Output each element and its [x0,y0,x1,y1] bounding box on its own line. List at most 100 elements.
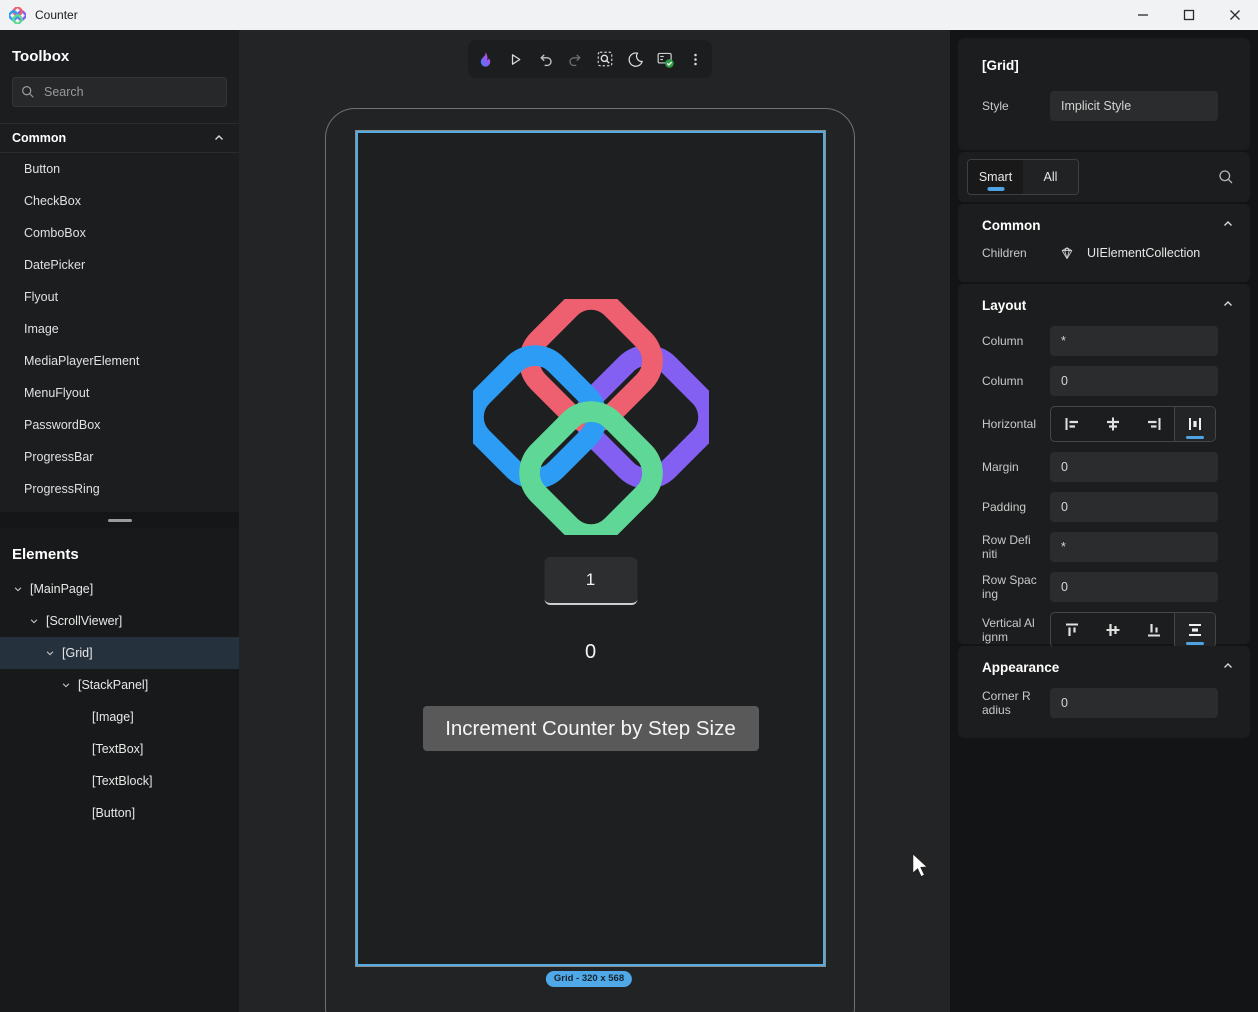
tree-item-mainpage[interactable]: [MainPage] [0,573,239,605]
design-surface[interactable]: 1 0 Increment Counter by Step Size [355,130,826,967]
row-spacing-input[interactable] [1050,572,1218,602]
padding-input[interactable] [1050,492,1218,522]
valign-center-icon [1103,620,1123,640]
property-inspector: [Grid] Style Smart All Common Children [950,30,1258,1012]
app-logo-icon [9,7,26,24]
chevron-down-icon[interactable] [45,648,55,658]
toolbox-item-progressbar[interactable]: ProgressBar [0,441,239,473]
chevron-down-icon[interactable] [61,680,71,690]
halign-center-button[interactable] [1092,407,1133,441]
tree-item-stackpanel[interactable]: [StackPanel] [0,669,239,701]
tree-item-grid-selected[interactable]: [Grid] [0,637,239,669]
column-definitions-input[interactable] [1050,326,1218,356]
row-spacing-label: Row Spacing [982,573,1037,601]
minimize-icon [1137,9,1149,21]
toolbox-item-image[interactable]: Image [0,313,239,345]
toolbox-section-common[interactable]: Common [0,123,239,153]
textbox-value: 1 [586,570,595,590]
valign-bottom-button[interactable] [1133,613,1174,647]
maximize-button[interactable] [1166,0,1212,30]
halign-left-button[interactable] [1051,407,1092,441]
tree-item-button[interactable]: [Button] [0,797,239,829]
selected-element-title: [Grid] [958,38,1250,73]
close-button[interactable] [1212,0,1258,30]
tree-item-textbox[interactable]: [TextBox] [0,733,239,765]
toolbox-item-menuflyout[interactable]: MenuFlyout [0,377,239,409]
padding-label: Padding [982,500,1037,514]
diagnostics-button[interactable] [652,46,678,72]
tab-smart-label: Smart [979,170,1012,184]
tab-smart[interactable]: Smart [968,160,1023,194]
toolbox-item-mediaplayerelement[interactable]: MediaPlayerElement [0,345,239,377]
valign-stretch-button[interactable] [1174,613,1215,647]
chevron-up-icon[interactable] [1222,660,1234,672]
chevron-up-icon[interactable] [213,132,225,144]
column-input[interactable] [1050,366,1218,396]
gem-icon [1059,245,1075,261]
toolbox-item-button[interactable]: Button [0,153,239,185]
margin-input[interactable] [1050,452,1218,482]
grid-size-badge: Grid - 320 x 568 [546,971,632,987]
tab-all[interactable]: All [1023,160,1078,194]
undo-icon [537,51,554,68]
maximize-icon [1183,9,1195,21]
grid-root[interactable]: 1 0 Increment Counter by Step Size [356,131,825,966]
chevron-up-icon[interactable] [1222,298,1234,310]
toolbox-item-passwordbox[interactable]: PasswordBox [0,409,239,441]
valign-top-icon [1062,620,1082,640]
layout-section-card: Layout Column Column Horizontal [958,284,1250,644]
common-section-title: Common [982,218,1041,233]
panel-splitter[interactable] [0,512,239,528]
redo-button[interactable] [562,46,588,72]
more-options-button[interactable] [682,46,708,72]
property-search-icon[interactable] [1218,169,1234,185]
dark-theme-moon-icon [627,51,644,68]
toolbox-item-flyout[interactable]: Flyout [0,281,239,313]
tree-item-label: [Image] [92,710,134,724]
theme-toggle-button[interactable] [622,46,648,72]
chevron-down-icon[interactable] [13,584,23,594]
valign-top-button[interactable] [1051,613,1092,647]
hot-reload-button[interactable] [472,46,498,72]
toolbox-item-datepicker[interactable]: DatePicker [0,249,239,281]
search-input[interactable] [44,85,218,99]
toolbox-item-checkbox[interactable]: CheckBox [0,185,239,217]
vertical-alignment-group [1050,612,1216,648]
style-input[interactable] [1050,91,1218,121]
chevron-down-icon[interactable] [29,616,39,626]
tree-item-textblock[interactable]: [TextBlock] [0,765,239,797]
valign-bottom-icon [1144,620,1164,640]
tree-item-label: [ScrollViewer] [46,614,122,628]
tree-item-image[interactable]: [Image] [0,701,239,733]
design-canvas-area: 1 0 Increment Counter by Step Size Grid … [239,30,950,1012]
tree-item-scrollviewer[interactable]: [ScrollViewer] [0,605,239,637]
kebab-menu-icon [688,52,703,67]
halign-right-button[interactable] [1133,407,1174,441]
style-label: Style [982,99,1037,113]
toolbox-item-combobox[interactable]: ComboBox [0,217,239,249]
undo-button[interactable] [532,46,558,72]
minimize-button[interactable] [1120,0,1166,30]
step-size-textbox[interactable]: 1 [544,557,637,605]
valign-center-button[interactable] [1092,613,1133,647]
halign-stretch-button[interactable] [1174,407,1215,441]
zoom-selection-icon [596,50,614,68]
margin-label: Margin [982,460,1037,474]
tree-item-label: [Grid] [62,646,93,660]
halign-left-icon [1062,414,1082,434]
zoom-selection-button[interactable] [592,46,618,72]
toolbox-list: Button CheckBox ComboBox DatePicker Flyo… [0,153,239,505]
tab-all-label: All [1044,170,1058,184]
chevron-up-icon[interactable] [1222,218,1234,230]
horizontal-alignment-label: Horizontal [982,417,1037,431]
toolbox-search[interactable] [12,77,227,107]
play-button[interactable] [502,46,528,72]
window-title: Counter [35,8,78,22]
uno-platform-logo[interactable] [473,299,709,535]
splitter-handle[interactable] [108,519,132,522]
toolbox-item-progressring[interactable]: ProgressRing [0,473,239,505]
play-icon [507,51,524,68]
increment-button[interactable]: Increment Counter by Step Size [423,706,759,751]
corner-radius-input[interactable] [1050,688,1218,718]
row-definitions-input[interactable] [1050,532,1218,562]
